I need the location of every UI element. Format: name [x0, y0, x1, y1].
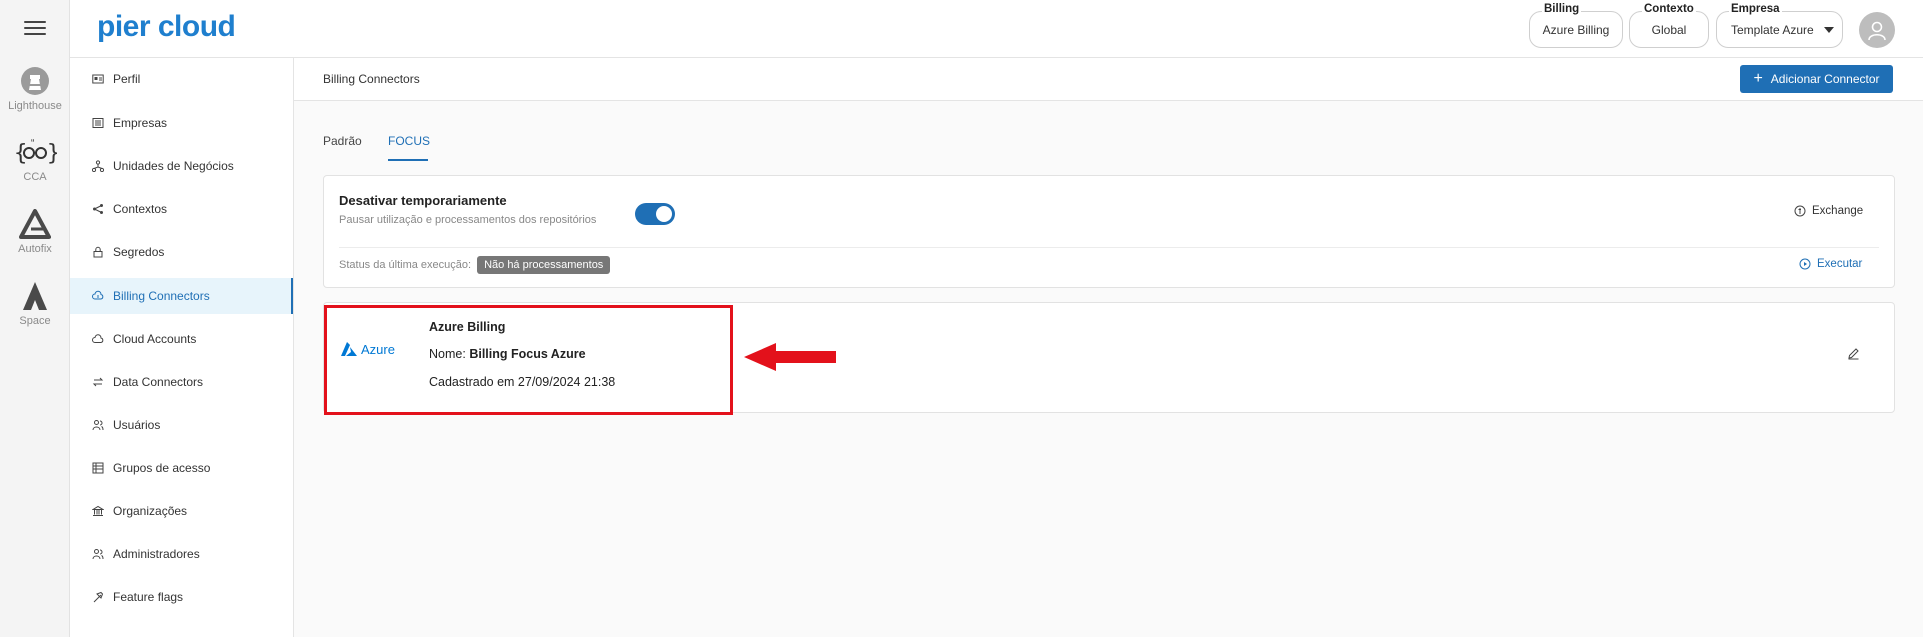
status-badge: Não há processamentos [477, 256, 611, 274]
edit-connector-button[interactable] [1847, 347, 1860, 365]
tab-focus[interactable]: FOCUS [388, 134, 430, 148]
context-selector[interactable]: Contexto Global [1629, 3, 1709, 48]
billing-label: Billing [1542, 3, 1582, 15]
sidebar-item-label: Administradores [113, 547, 200, 561]
sidebar-item-label: Contextos [113, 202, 168, 216]
sidebar-item-organizacoes[interactable]: Organizações [70, 493, 293, 529]
sidebar-item-perfil[interactable]: Perfil [70, 61, 293, 97]
hierarchy-icon [92, 160, 104, 172]
breadcrumb: Billing Connectors [323, 72, 420, 86]
sidebar-item-label: Grupos de acesso [113, 461, 211, 475]
sidebar-item-label: Organizações [113, 504, 188, 518]
share-icon [92, 203, 104, 215]
sidebar-item-label: Segredos [113, 245, 165, 259]
avatar[interactable] [1859, 12, 1895, 48]
company-value: Template Azure [1731, 22, 1814, 37]
id-card-icon [92, 73, 104, 85]
rail-label: Lighthouse [8, 100, 62, 112]
rail-item-autofix[interactable]: Autofix [0, 209, 70, 255]
settings-title: Desativar temporariamente [339, 193, 507, 208]
context-value: Global [1651, 22, 1687, 37]
breadcrumb-bar: Billing Connectors + Adicionar Connector [294, 58, 1923, 101]
play-circle-icon [1799, 258, 1811, 270]
rail-item-lighthouse[interactable]: Lighthouse [0, 66, 70, 112]
sidebar-item-data-connectors[interactable]: Data Connectors [70, 364, 293, 400]
sidebar-item-empresas[interactable]: Empresas [70, 105, 293, 141]
sidebar-item-billing-connectors[interactable]: Billing Connectors [70, 278, 293, 314]
cloud-money-icon [92, 290, 104, 302]
rail-label: Space [19, 315, 51, 327]
status-row: Status da última execução: Não há proces… [339, 256, 611, 274]
users-icon [92, 419, 104, 431]
add-connector-button[interactable]: + Adicionar Connector [1740, 65, 1893, 93]
pencil-icon [1848, 348, 1859, 360]
exchange-label: Exchange [1812, 205, 1864, 217]
billing-selector[interactable]: Billing Azure Billing [1529, 3, 1623, 48]
rail-label: CCA [23, 171, 47, 183]
sidebar-item-label: Empresas [113, 116, 168, 130]
flag-icon [92, 591, 104, 603]
annotation-arrow-icon [744, 343, 836, 371]
sidebar-item-label: Unidades de Negócios [113, 159, 234, 173]
sidebar-item-usuarios[interactable]: Usuários [70, 407, 293, 443]
sidebar-item-contextos[interactable]: Contextos [70, 191, 293, 227]
hamburger-menu-icon[interactable] [24, 18, 46, 38]
sidebar-item-label: Data Connectors [113, 375, 204, 389]
cloud-icon [92, 333, 104, 345]
settings-card: Desativar temporariamente Pausar utiliza… [323, 175, 1895, 288]
disable-toggle[interactable] [635, 203, 675, 225]
building-icon [92, 117, 104, 129]
top-bar: pier cloud Billing Azure Billing Context… [70, 0, 1923, 58]
sidebar-item-segredos[interactable]: Segredos [70, 234, 293, 270]
plus-icon: + [1753, 70, 1763, 87]
sidebar-item-cloud-accounts[interactable]: Cloud Accounts [70, 321, 293, 357]
tab-padrao[interactable]: Padrão [323, 134, 362, 148]
chevron-down-icon [1823, 26, 1834, 33]
sidebar-item-label: Perfil [113, 72, 141, 86]
sidebar-item-label: Usuários [113, 418, 161, 432]
toggle-knob [656, 206, 672, 222]
sidebar-item-unidades[interactable]: Unidades de Negócios [70, 148, 293, 184]
autofix-icon [19, 209, 51, 239]
rail-item-space[interactable]: Space [0, 281, 70, 327]
space-icon [23, 282, 47, 310]
execute-label: Executar [1817, 258, 1863, 270]
active-tab-indicator [388, 159, 428, 161]
execute-button[interactable]: Executar [1799, 258, 1862, 270]
sidebar-item-label: Billing Connectors [113, 289, 210, 303]
status-label: Status da última execução: [339, 259, 472, 271]
svg-text:}: } [47, 141, 57, 166]
sidebar-item-grupos[interactable]: Grupos de acesso [70, 450, 293, 486]
svg-text:“: “ [31, 138, 34, 149]
sidebar-item-label: Feature flags [113, 590, 184, 604]
sidebar-item-administradores[interactable]: Administradores [70, 536, 293, 572]
settings-sidebar: Perfil Empresas Unidades de Negócios Con… [70, 58, 294, 637]
annotation-highlight-box [324, 305, 733, 415]
lock-icon [92, 246, 104, 258]
company-selector[interactable]: Empresa Template Azure [1716, 3, 1843, 48]
exchange-icon [1794, 205, 1806, 217]
billing-value: Azure Billing [1542, 22, 1610, 37]
app-rail: Lighthouse { “ } CCA Autofix Space [0, 0, 70, 637]
cca-icon: { “ } [14, 138, 57, 166]
rail-label: Autofix [18, 243, 52, 255]
user-icon [1868, 21, 1886, 41]
lighthouse-icon [21, 67, 49, 95]
admin-icon [92, 548, 104, 560]
brand-logo[interactable]: pier cloud [97, 10, 236, 44]
company-label: Empresa [1729, 3, 1782, 15]
settings-subtitle: Pausar utilização e processamentos dos r… [339, 214, 597, 226]
bank-icon [92, 505, 104, 517]
sidebar-item-label: Cloud Accounts [113, 332, 197, 346]
group-icon [92, 462, 104, 474]
svg-text:{: { [14, 141, 27, 166]
card-divider [339, 247, 1879, 248]
exchange-button[interactable]: Exchange [1794, 205, 1863, 217]
rail-item-cca[interactable]: { “ } CCA [0, 137, 70, 183]
sync-icon [92, 376, 104, 388]
context-label: Contexto [1642, 3, 1696, 15]
sidebar-item-feature-flags[interactable]: Feature flags [70, 579, 293, 615]
add-connector-label: Adicionar Connector [1770, 72, 1880, 86]
